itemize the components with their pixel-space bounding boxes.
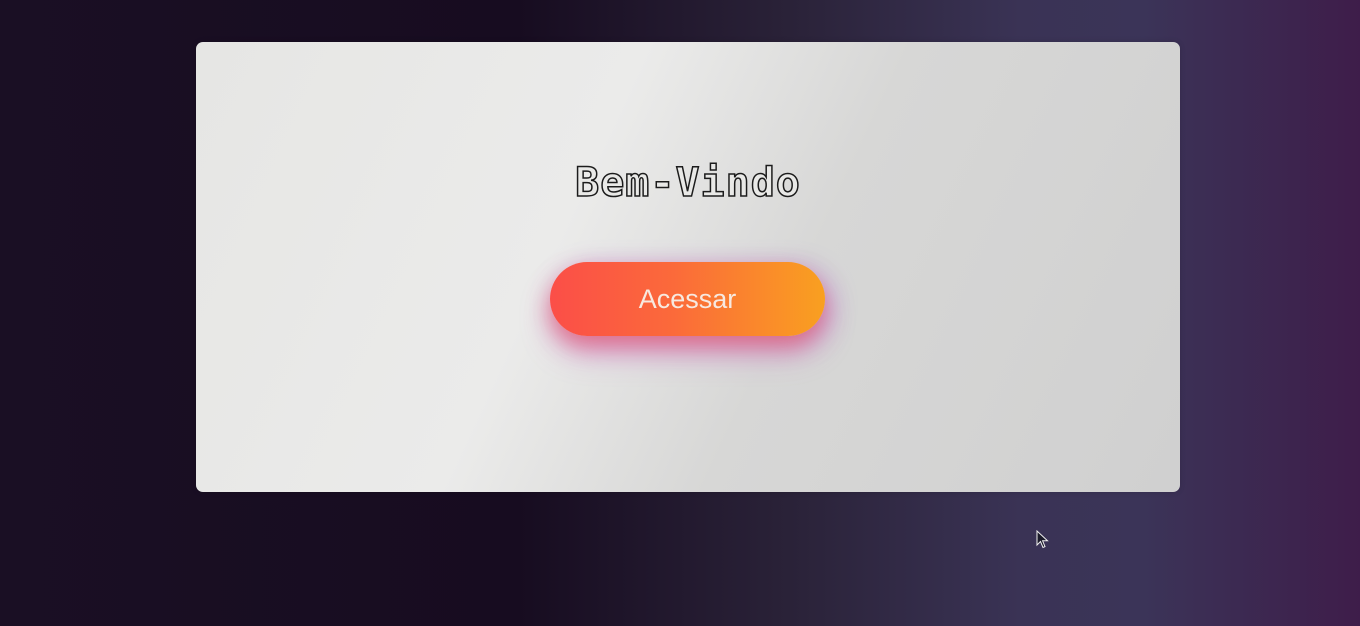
- welcome-title: Bem-Vindo: [574, 159, 801, 207]
- mouse-pointer-icon: [1036, 530, 1049, 549]
- welcome-card: Bem-Vindo Acessar: [196, 42, 1180, 492]
- access-button[interactable]: Acessar: [550, 262, 825, 336]
